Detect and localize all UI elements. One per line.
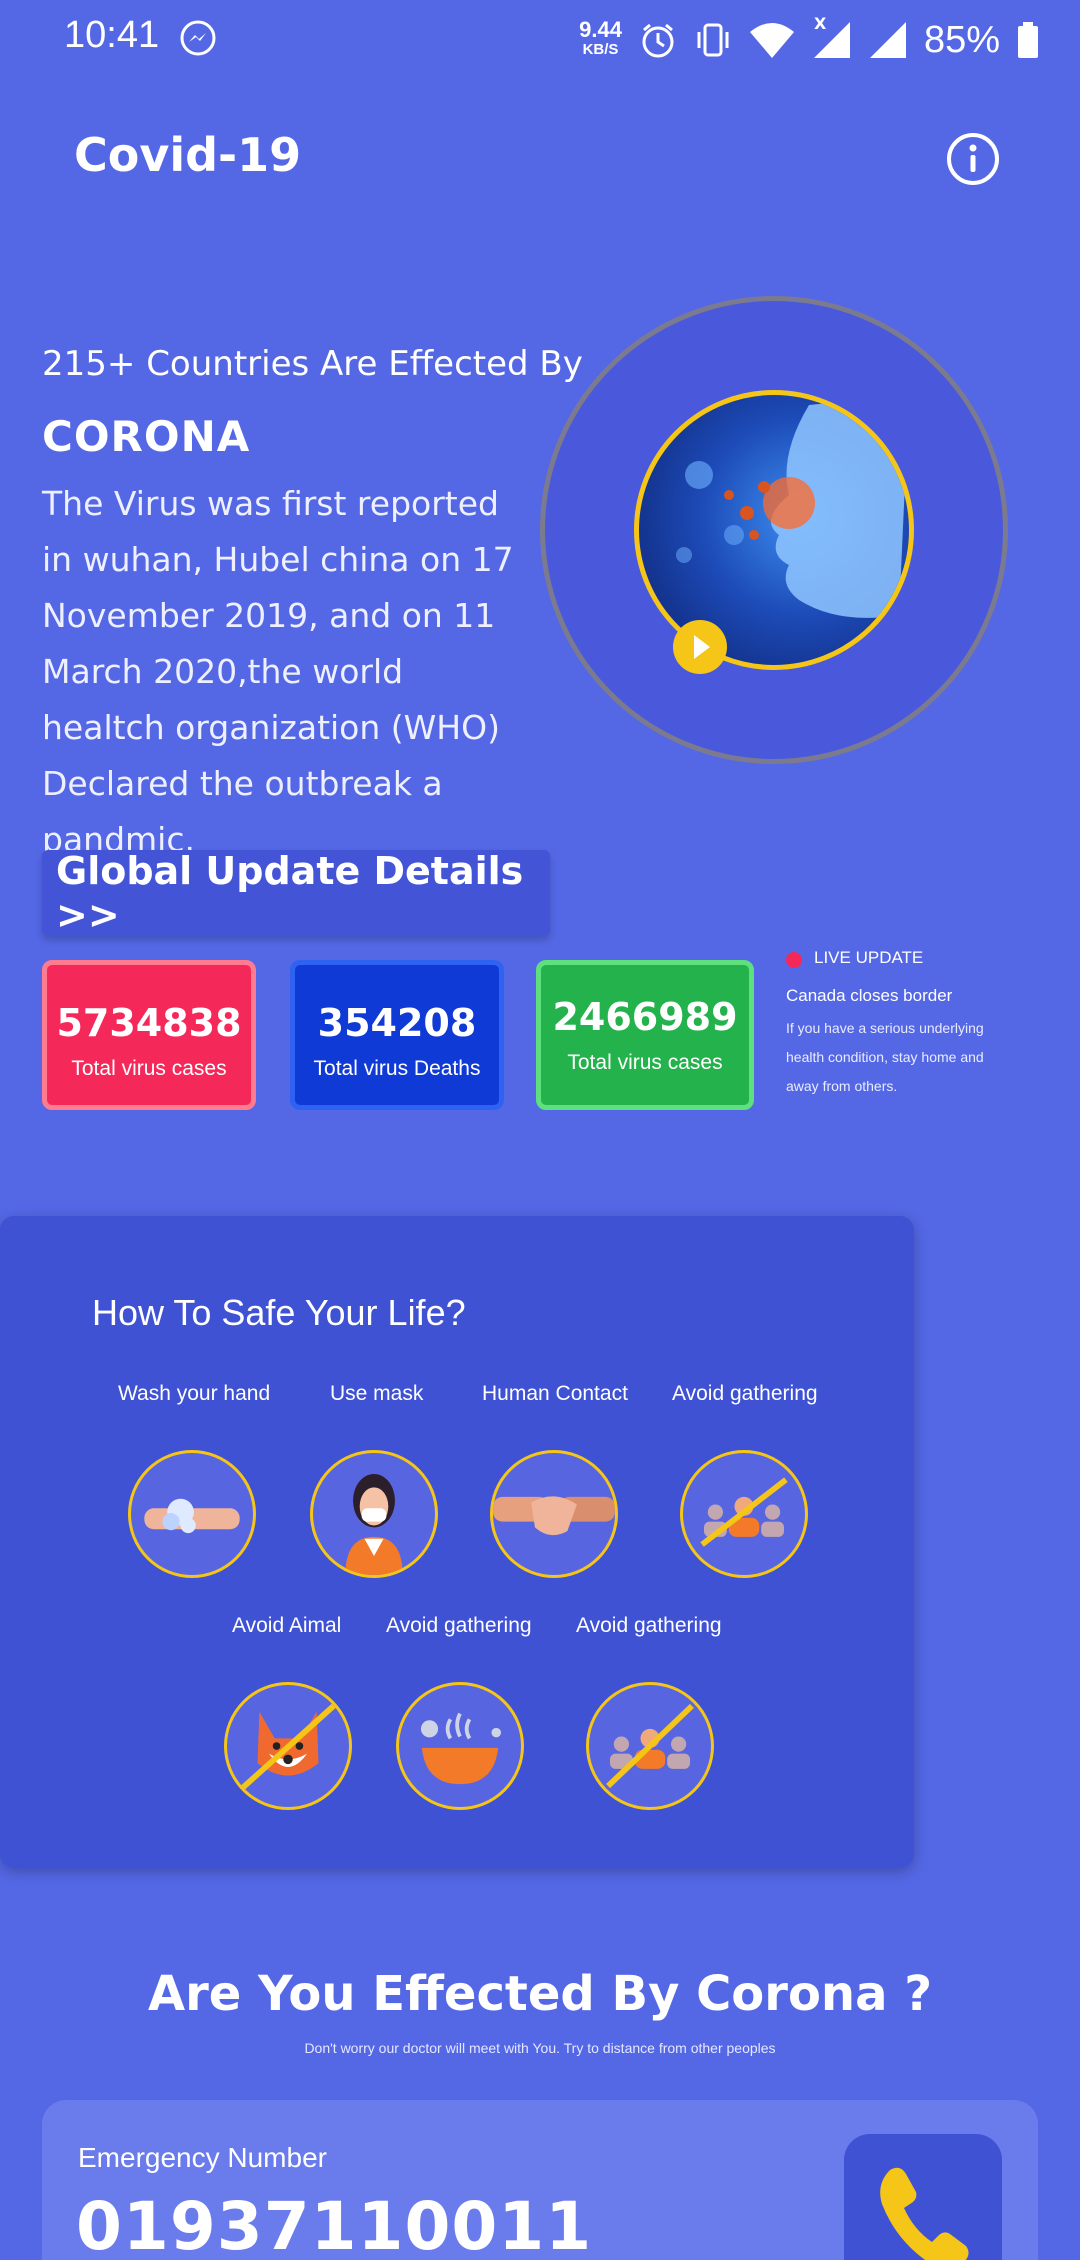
emergency-label: Emergency Number (78, 2142, 327, 2173)
battery-percent: 85% (923, 18, 1000, 61)
signal-x: X (812, 14, 852, 60)
network-label: X (813, 14, 827, 33)
network-speed: 9.44 KB/S (579, 17, 622, 59)
affected-subtitle: Don't worry our doctor will meet with Yo… (304, 2040, 776, 2056)
alarm-icon (642, 23, 674, 58)
phone-icon (880, 2167, 969, 2260)
tip-label: Human Contact (482, 1382, 628, 1405)
status-bar: 10:41 9.44 KB/S X 85% (0, 0, 1080, 80)
hero-description: The Virus was first reported in wuhan, H… (42, 484, 514, 859)
wifi-icon (749, 23, 794, 58)
stat-label: Total virus Deaths (313, 1057, 481, 1080)
avoid-animal-icon (224, 1682, 352, 1810)
call-button[interactable] (844, 2134, 1002, 2260)
mask-person-icon (310, 1450, 438, 1578)
messenger-icon (180, 20, 216, 56)
safety-card: How To Safe Your Life? Wash your hand Us… (0, 1216, 914, 1868)
live-indicator-icon (786, 952, 802, 968)
tip-label: Wash your hand (118, 1382, 271, 1405)
tip-label: Avoid gathering (386, 1614, 532, 1637)
global-update-button[interactable]: Global Update Details >> (42, 849, 550, 937)
live-update-headline: Canada closes border (786, 986, 953, 1005)
emergency-card: Emergency Number 01937110011 (42, 2100, 1038, 2260)
virus-face-image (634, 390, 914, 670)
handshake-icon (490, 1450, 618, 1578)
battery-icon (1018, 22, 1038, 58)
avoid-gathering-icon (586, 1682, 714, 1810)
play-button[interactable] (673, 620, 727, 674)
status-right: 9.44 KB/S X 85% (579, 12, 1040, 68)
stat-value: 2466989 (552, 995, 738, 1039)
food-bowl-icon (396, 1682, 524, 1810)
app-title: Covid-19 (74, 128, 302, 182)
live-update-title: LIVE UPDATE (814, 948, 924, 967)
tip-label: Avoid gathering (576, 1614, 722, 1637)
live-update-body: If you have a serious underlying health … (786, 1020, 984, 1094)
stat-card-recovered: 2466989 Total virus cases (536, 960, 754, 1110)
avoid-gathering-icon (680, 1450, 808, 1578)
status-time: 10:41 (64, 14, 160, 56)
safety-title: How To Safe Your Life? (92, 1292, 466, 1333)
hero-subtitle: 215+ Countries Are Effected By (42, 344, 583, 384)
wash-hands-icon (128, 1450, 256, 1578)
emergency-number[interactable]: 01937110011 (76, 2188, 592, 2260)
tip-label: Avoid gathering (672, 1382, 818, 1405)
stat-label: Total virus cases (567, 1051, 723, 1074)
signal-icon (869, 22, 906, 58)
hero-title: CORONA (42, 412, 251, 461)
stat-card-total-cases: 5734838 Total virus cases (42, 960, 256, 1110)
stat-value: 354208 (317, 1001, 477, 1045)
vibrate-icon (697, 23, 729, 57)
stat-value: 5734838 (56, 1001, 242, 1045)
info-icon[interactable] (946, 132, 1000, 186)
stat-label: Total virus cases (71, 1057, 227, 1080)
tip-label: Use mask (330, 1382, 424, 1405)
tip-label: Avoid Aimal (232, 1614, 342, 1637)
affected-title: Are You Effected By Corona ? (147, 1966, 933, 2022)
stat-card-total-deaths: 354208 Total virus Deaths (290, 960, 504, 1110)
